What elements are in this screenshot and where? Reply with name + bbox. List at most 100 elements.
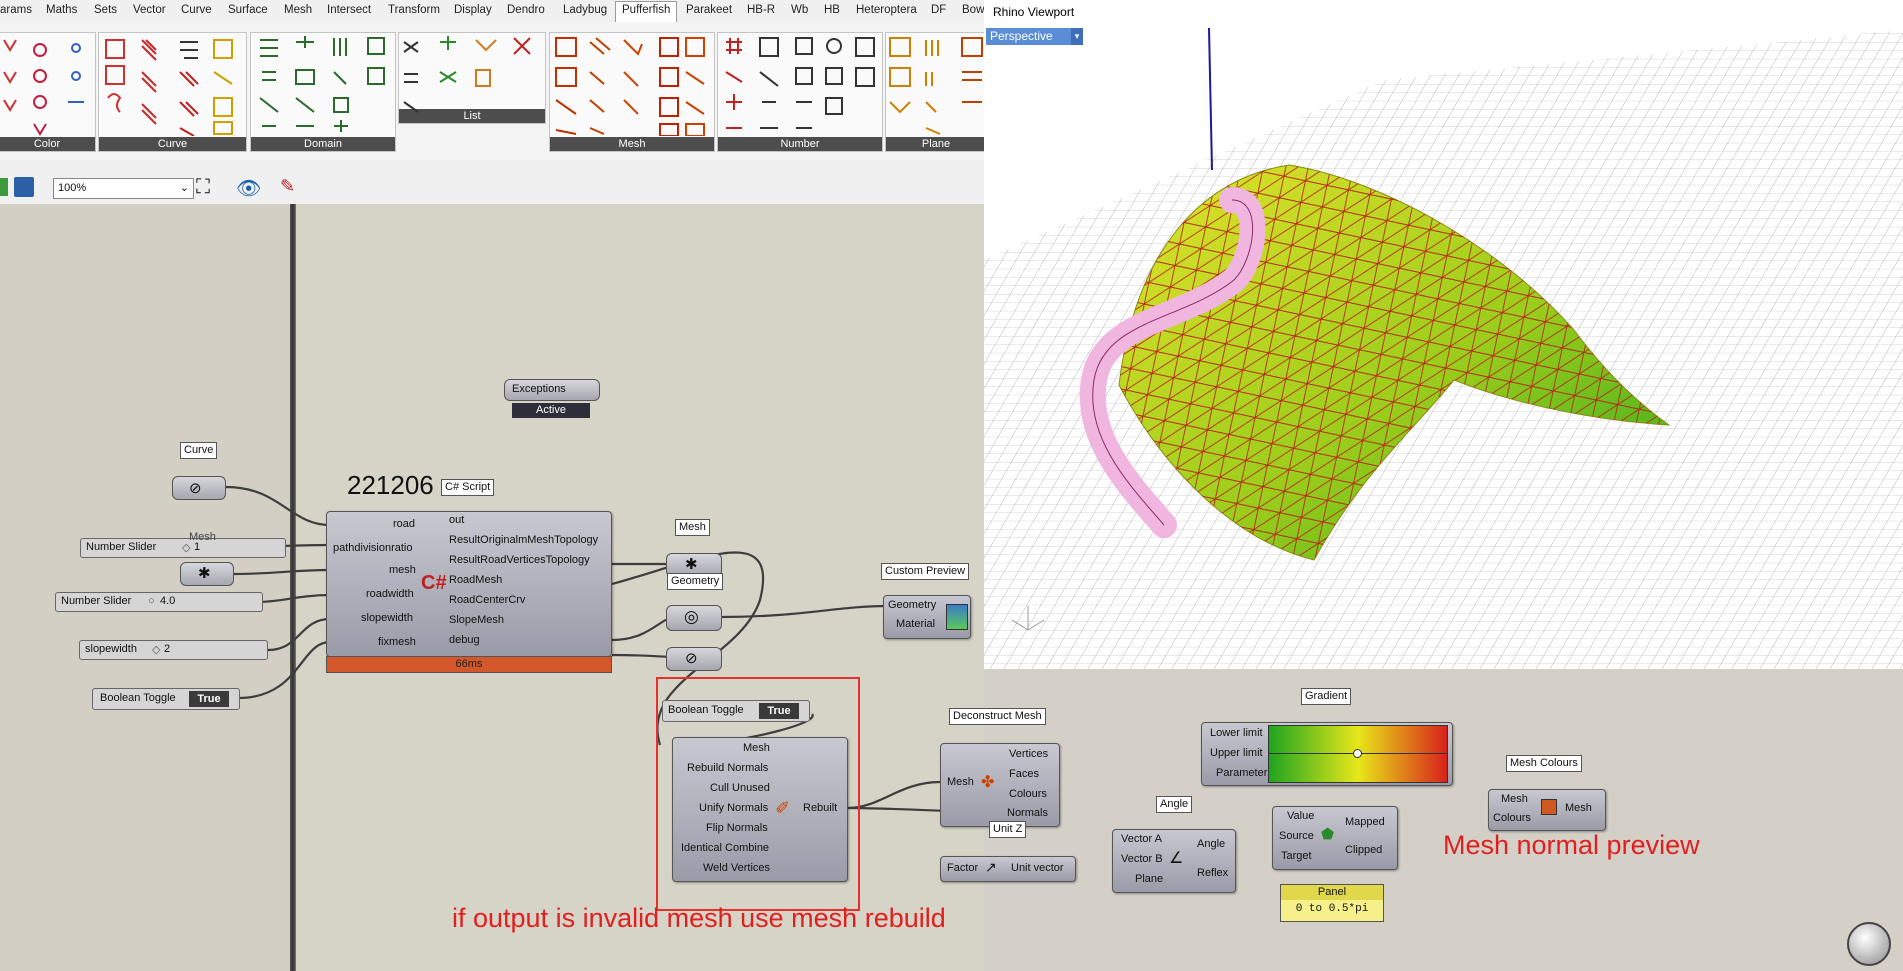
- toggle-label: Boolean Toggle: [668, 704, 744, 716]
- exceptions-label: Exceptions: [512, 383, 566, 395]
- gradient-label: Gradient: [1301, 688, 1352, 705]
- mesh-colours-input-mesh: Mesh: [1501, 793, 1528, 805]
- slider-knob-icon[interactable]: ◇: [152, 643, 160, 656]
- curve-param-label: Curve: [180, 442, 218, 459]
- unit-z-input-factor: Factor: [947, 862, 979, 874]
- mesh-icon: ✱: [685, 556, 698, 573]
- rebuild-note: if output is invalid mesh use mesh rebui…: [452, 903, 946, 933]
- gradient-component[interactable]: Lower limit Upper limit Parameter: [1201, 722, 1453, 786]
- mesh-colours-label: Mesh Colours: [1506, 755, 1582, 772]
- rebuild-input-flip-normals: Flip Normals: [706, 822, 768, 834]
- toggle-value[interactable]: True: [759, 703, 799, 719]
- navigation-ball-icon[interactable]: [1847, 922, 1891, 966]
- rebuild-input-unify-normals: Unify Normals: [699, 802, 769, 814]
- chevron-down-icon: ▾: [1071, 28, 1083, 45]
- angle-output-angle: Angle: [1197, 838, 1226, 850]
- deconstruct-output-faces: Faces: [1009, 768, 1039, 780]
- slider-knob-icon[interactable]: ○: [148, 595, 155, 607]
- custom-preview-component[interactable]: Geometry Material: [883, 595, 971, 639]
- slider-value: 4.0: [160, 595, 176, 607]
- slider-value: 2: [164, 643, 171, 655]
- custom-preview-input-material: Material: [896, 618, 936, 630]
- z-axis-line: [1208, 27, 1213, 171]
- slider-label: Number Slider: [86, 541, 157, 553]
- number-slider-1[interactable]: Number Slider ◇ 1: [80, 538, 286, 558]
- script-output-roadcentercrv: RoadCenterCrv: [449, 594, 526, 606]
- curve-param[interactable]: ⊘: [172, 476, 226, 500]
- panel-value[interactable]: 0 to 0.5*pi: [1281, 903, 1383, 915]
- mesh-colours-output-mesh: Mesh: [1565, 802, 1592, 814]
- script-input-mesh: mesh: [389, 564, 416, 576]
- geometry-param[interactable]: ◎: [666, 605, 722, 631]
- script-runtime-bar: 66ms: [326, 656, 612, 673]
- angle-icon: ∠: [1169, 850, 1184, 867]
- script-input-road: road: [393, 518, 416, 530]
- script-output-slopemesh: SlopeMesh: [449, 614, 505, 626]
- script-output-original-topology: ResultOriginalmMeshTopology: [449, 534, 599, 546]
- exceptions-component[interactable]: Exceptions: [504, 379, 600, 401]
- boolean-toggle-mid[interactable]: Boolean Toggle True: [662, 700, 810, 722]
- geometry-icon: ◎: [684, 607, 699, 626]
- csharp-icon: C#: [421, 572, 447, 594]
- script-input-fixmesh: fixmesh: [378, 636, 416, 648]
- script-input-roadwidth: roadwidth: [366, 588, 414, 600]
- unit-z-icon: ↗: [985, 859, 997, 875]
- slopewidth-slider[interactable]: slopewidth ◇ 2: [79, 640, 268, 660]
- remap-output-clipped: Clipped: [1345, 844, 1383, 856]
- deconstruct-mesh-component[interactable]: Mesh ✤ Vertices Faces Colours Normals: [940, 743, 1060, 827]
- angle-component[interactable]: Vector A Vector B Plane ∠ Angle Reflex: [1112, 829, 1236, 893]
- script-id-text: 221206: [347, 470, 434, 500]
- number-slider-2[interactable]: Number Slider ○ 4.0: [55, 592, 263, 612]
- rebuild-input-identical-combine: Identical Combine: [681, 842, 770, 854]
- curve-icon: ⊘: [189, 480, 202, 497]
- gradient-input-upper-limit: Upper limit: [1210, 747, 1263, 759]
- panel-component[interactable]: Panel 0 to 0.5*pi: [1280, 884, 1384, 922]
- script-output-debug: debug: [449, 634, 480, 646]
- script-output-road-vertices: ResultRoadVerticesTopology: [449, 554, 590, 566]
- script-output-out: out: [449, 514, 465, 526]
- remap-input-target: Target: [1281, 850, 1312, 862]
- angle-label: Angle: [1156, 796, 1193, 813]
- angle-input-vector-b: Vector B: [1121, 853, 1163, 865]
- remap-input-value: Value: [1287, 810, 1315, 822]
- script-input-pathdivisionratio: pathdivisionratio: [333, 542, 413, 554]
- mesh-icon: ✱: [198, 565, 211, 582]
- csharp-script-component[interactable]: road pathdivisionratio mesh roadwidth sl…: [326, 511, 612, 657]
- slider-label: Number Slider: [61, 595, 132, 607]
- gradient-input-lower-limit: Lower limit: [1210, 727, 1263, 739]
- viewport-view-dropdown[interactable]: Perspective ▾: [986, 28, 1083, 45]
- gradient-ramp[interactable]: [1268, 725, 1448, 783]
- rebuild-input-cull-unused: Cull Unused: [710, 782, 770, 794]
- mesh-param-label: Mesh: [189, 531, 216, 543]
- rebuild-input-rebuild-normals: Rebuild Normals: [687, 762, 769, 774]
- deconstruct-mesh-label: Deconstruct Mesh: [949, 708, 1046, 725]
- slider-label: slopewidth: [85, 643, 137, 655]
- deconstruct-input-mesh: Mesh: [947, 776, 974, 788]
- mesh-colours-component[interactable]: Mesh Colours Mesh: [1488, 789, 1606, 831]
- toggle-value[interactable]: True: [189, 691, 229, 707]
- gradient-input-parameter: Parameter: [1216, 767, 1268, 779]
- mesh-param-left[interactable]: ✱: [180, 562, 234, 586]
- angle-input-plane: Plane: [1135, 873, 1164, 885]
- curve-icon: ⊘: [685, 650, 698, 667]
- rebuild-input-weld-vertices: Weld Vertices: [703, 862, 771, 874]
- rebuild-output-rebuilt: Rebuilt: [803, 802, 838, 814]
- panel-label: Panel: [1281, 885, 1383, 900]
- script-input-slopewidth: slopewidth: [361, 612, 413, 624]
- viewport-view-label: Perspective: [990, 29, 1053, 43]
- remap-component[interactable]: Value Source Target ⬟ Mapped Clipped: [1272, 806, 1398, 870]
- custom-preview-label: Custom Preview: [881, 563, 970, 580]
- unit-z-component[interactable]: Factor ↗ Unit vector: [940, 856, 1076, 882]
- mesh-colours-icon: [1541, 799, 1557, 815]
- deconstruct-output-colours: Colours: [1009, 788, 1047, 800]
- mesh-rebuild-component[interactable]: Mesh Rebuild Normals Cull Unused Unify N…: [672, 737, 848, 882]
- rhino-viewport[interactable]: [984, 0, 1903, 669]
- gradient-handle[interactable]: [1353, 749, 1362, 758]
- curve-param-right[interactable]: ⊘: [666, 647, 722, 671]
- angle-input-vector-a: Vector A: [1121, 833, 1162, 845]
- geometry-param-label: Geometry: [667, 573, 724, 590]
- viewport-scene[interactable]: [984, 0, 1903, 669]
- mesh-param-right-label: Mesh: [675, 519, 710, 536]
- boolean-toggle-left[interactable]: Boolean Toggle True: [92, 688, 240, 710]
- normal-preview-note: Mesh normal preview: [1443, 830, 1700, 860]
